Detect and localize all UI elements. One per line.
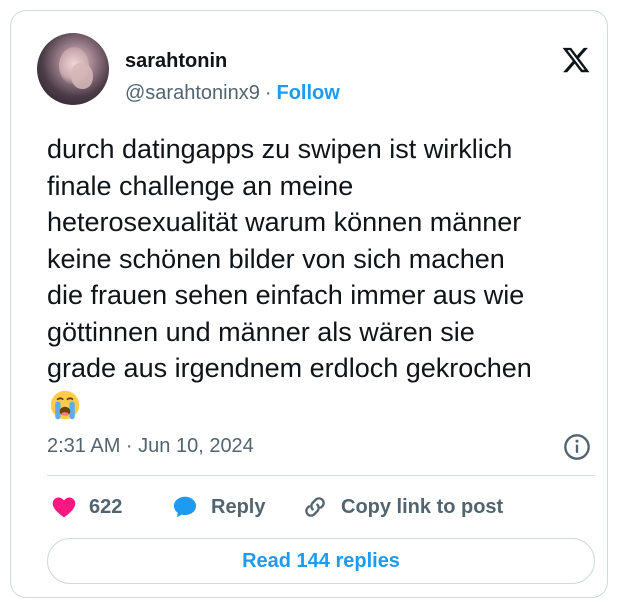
timestamp[interactable]: 2:31 AM · Jun 10, 2024 (47, 435, 254, 458)
reply-label: Reply (211, 495, 266, 518)
reply-button[interactable]: Reply (171, 491, 265, 523)
x-logo-icon[interactable] (561, 45, 591, 75)
copy-link-button[interactable]: Copy link to post (301, 491, 503, 523)
read-replies-button[interactable]: Read 144 replies (47, 538, 595, 584)
user-handle[interactable]: @sarahtoninx9 (125, 82, 260, 104)
info-icon[interactable] (563, 433, 591, 461)
like-count: 622 (89, 495, 123, 518)
copy-link-label: Copy link to post (341, 495, 504, 518)
follow-button[interactable]: Follow (277, 82, 340, 104)
divider (47, 475, 595, 476)
heart-icon (52, 497, 76, 518)
tweet-text: durch datingapps zu swipen ist wirklich … (47, 134, 532, 383)
avatar-hand (71, 63, 93, 89)
link-icon (305, 497, 325, 517)
reply-bubble-icon (173, 496, 197, 518)
tweet-card: sarahtonin @sarahtoninx9 · Follow durch da… (10, 10, 608, 598)
loudly-crying-face-icon (50, 390, 80, 420)
display-name[interactable]: sarahtonin (125, 49, 227, 73)
like-button[interactable]: 622 (51, 491, 122, 523)
action-bar: 622 Reply Copy link to post (47, 491, 595, 523)
separator-dot: · (264, 82, 272, 104)
avatar[interactable] (37, 33, 109, 105)
handle-line: @sarahtoninx9 · Follow (125, 81, 340, 105)
